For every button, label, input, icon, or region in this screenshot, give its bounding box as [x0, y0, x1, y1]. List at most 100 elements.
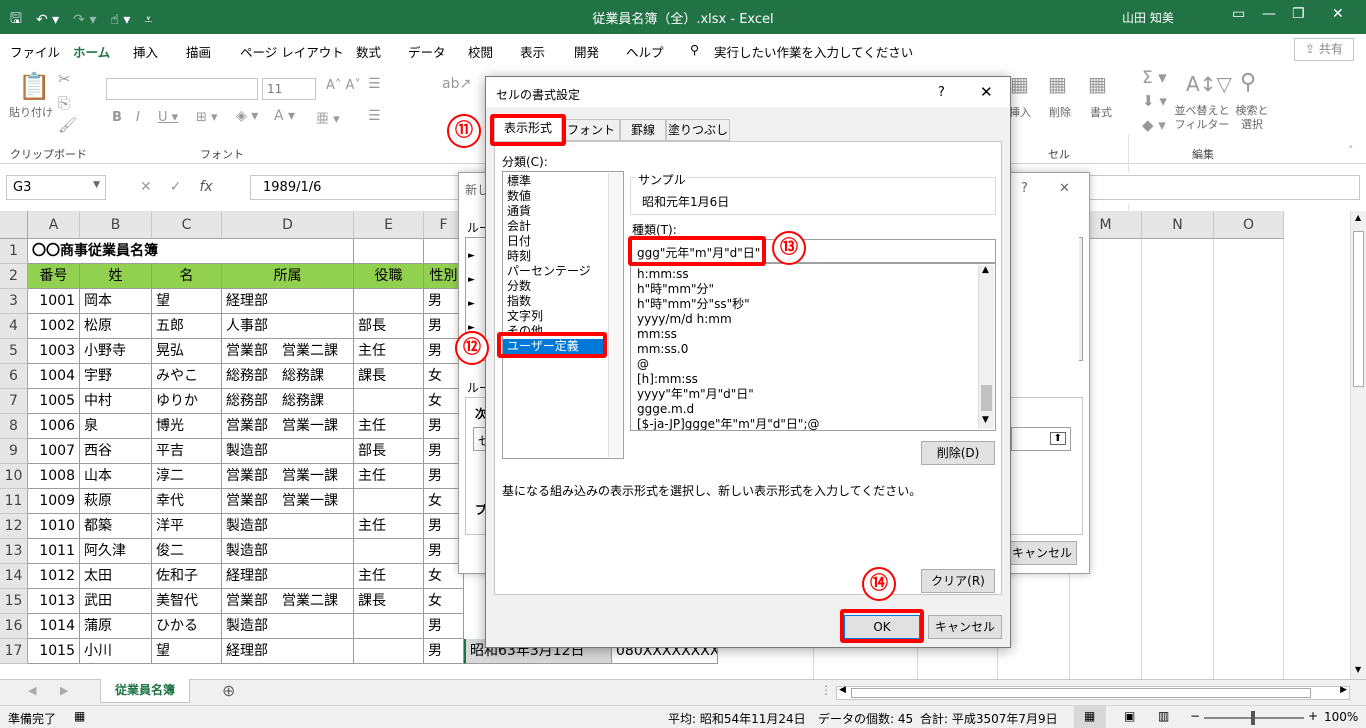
phonetic-icon[interactable]: 亜 ▾	[316, 108, 340, 127]
table-cell[interactable]	[354, 489, 424, 514]
table-cell[interactable]: 博光	[152, 414, 222, 439]
minimize-icon[interactable]: —	[1262, 6, 1276, 22]
column-header[interactable]: C	[152, 211, 222, 239]
autosum-icon[interactable]: Σ ▾	[1142, 68, 1167, 88]
scroll-up-icon[interactable]: ▲	[982, 265, 989, 275]
category-item[interactable]: 通貨	[507, 204, 531, 219]
table-cell[interactable]: 宇野	[80, 364, 152, 389]
column-title-cell[interactable]: 番号	[28, 264, 80, 289]
table-cell[interactable]: 1008	[28, 464, 80, 489]
sheet-tab-employees[interactable]: 従業員名簿	[100, 679, 190, 703]
delete-cells-label[interactable]: 削除	[1046, 106, 1074, 120]
dialog-help-icon[interactable]: ?	[938, 85, 945, 100]
search-icon[interactable]: ⚲	[690, 42, 699, 57]
format-item[interactable]: yyyy"年"m"月"d"日"	[637, 387, 754, 402]
format-cells-icon[interactable]: ▦	[1088, 72, 1107, 96]
tell-me-search[interactable]: 実行したい作業を入力してください	[714, 42, 913, 61]
table-cell[interactable]: 松原	[80, 314, 152, 339]
table-cell[interactable]: 1005	[28, 389, 80, 414]
vscroll-up-icon[interactable]: ▲	[1355, 213, 1361, 222]
table-cell[interactable]: 営業部 営業一課	[222, 489, 354, 514]
tab-data[interactable]: データ	[408, 42, 446, 61]
cut-icon[interactable]: ✂	[58, 70, 71, 88]
zoom-slider[interactable]	[1204, 711, 1304, 725]
tab-fill[interactable]: 塗りつぶし	[666, 119, 730, 141]
table-cell[interactable]: 主任	[354, 339, 424, 364]
status-count[interactable]: データの個数: 45	[818, 710, 913, 727]
hscroll-thumb[interactable]	[851, 688, 1311, 698]
column-header[interactable]: O	[1214, 211, 1284, 239]
format-item[interactable]: [$-ja-JP]ggge"年"m"月"d"日";@	[637, 417, 820, 430]
scroll-left-icon[interactable]: ◀	[839, 685, 846, 695]
category-item[interactable]: 日付	[507, 234, 531, 249]
table-cell[interactable]: 経理部	[222, 564, 354, 589]
page-layout-view-icon[interactable]: ▣	[1124, 709, 1135, 723]
tab-insert[interactable]: 挿入	[133, 42, 158, 61]
tab-border[interactable]: 罫線	[620, 119, 666, 141]
table-cell[interactable]: 1010	[28, 514, 80, 539]
format-item[interactable]: @	[637, 357, 649, 372]
table-cell[interactable]: 経理部	[222, 289, 354, 314]
zoom-level[interactable]: 100%	[1324, 710, 1358, 724]
category-list[interactable]: 標準 数値 通貨 会計 日付 時刻 パーセンテージ 分数 指数 文字列 その他 ユーザー定義	[502, 171, 624, 459]
table-cell[interactable]	[354, 389, 424, 414]
table-cell[interactable]	[354, 289, 424, 314]
border-icon[interactable]: ⊞ ▾	[196, 110, 218, 125]
ribbon-display-icon[interactable]: ▭	[1232, 6, 1245, 22]
zoom-out-icon[interactable]: −	[1190, 709, 1200, 723]
paste-icon[interactable]: 📋	[18, 72, 50, 102]
category-item[interactable]: 数値	[507, 189, 531, 204]
table-cell[interactable]: 小野寺	[80, 339, 152, 364]
insert-cells-label[interactable]: 挿入	[1008, 106, 1032, 120]
tab-formulas[interactable]: 数式	[356, 42, 381, 61]
table-cell[interactable]: 男	[424, 614, 464, 639]
column-title-cell[interactable]: 姓	[80, 264, 152, 289]
cancel-entry-icon[interactable]: ✕	[140, 179, 152, 195]
hscroll-split-icon[interactable]: ⋮	[820, 683, 832, 697]
table-cell[interactable]: 佐和子	[152, 564, 222, 589]
scroll-thumb[interactable]	[981, 385, 992, 411]
format-item[interactable]: h:mm:ss	[637, 267, 689, 282]
table-cell[interactable]: 営業部 営業二課	[222, 339, 354, 364]
grow-font-icon[interactable]: A˄ A˅	[326, 78, 361, 93]
cancel-button[interactable]: キャンセル	[928, 615, 1002, 639]
find-select-icon[interactable]: ⚲	[1240, 70, 1256, 95]
fill-color-icon[interactable]: ◈ ▾	[236, 108, 258, 124]
table-cell[interactable]: 部長	[354, 314, 424, 339]
column-header[interactable]: N	[1142, 211, 1214, 239]
row-header[interactable]: 7	[0, 389, 28, 414]
format-list[interactable]: h:mm:ss h"時"mm"分" h"時"mm"分"ss"秒" yyyy/m/d h…	[630, 263, 996, 431]
row-header[interactable]: 3	[0, 289, 28, 314]
restore-icon[interactable]: ❐	[1292, 6, 1305, 22]
vscroll-down-icon[interactable]: ▼	[1355, 665, 1361, 674]
delete-format-button[interactable]: 削除(D)	[921, 441, 995, 465]
tab-review[interactable]: 校閲	[468, 42, 493, 61]
table-cell[interactable]: 主任	[354, 464, 424, 489]
insert-function-icon[interactable]: fx	[199, 179, 212, 195]
insert-cells-icon[interactable]: ▦	[1010, 72, 1029, 96]
table-cell[interactable]: 〇〇商事従業員名簿	[28, 239, 222, 264]
table-cell[interactable]: 1007	[28, 439, 80, 464]
table-cell[interactable]: 望	[152, 639, 222, 664]
category-item[interactable]: 会計	[507, 219, 531, 234]
format-item[interactable]: h"時"mm"分"ss"秒"	[637, 297, 750, 312]
copy-icon[interactable]: ⎘	[58, 94, 70, 112]
prev-sheet-icon[interactable]: ◀	[28, 684, 36, 697]
tab-page-layout[interactable]: ページ レイアウト	[240, 42, 344, 61]
table-cell[interactable]: 人事部	[222, 314, 354, 339]
zoom-slider-thumb[interactable]	[1251, 711, 1255, 725]
user-name[interactable]: 山田 知美	[1122, 9, 1174, 26]
table-cell[interactable]: みやこ	[152, 364, 222, 389]
category-item[interactable]: 分数	[507, 279, 531, 294]
table-cell[interactable]: 望	[152, 289, 222, 314]
orientation-icon[interactable]: ab↗	[442, 76, 471, 92]
table-cell[interactable]: 武田	[80, 589, 152, 614]
format-item[interactable]: yyyy/m/d h:mm	[637, 312, 732, 327]
table-cell[interactable]: 1009	[28, 489, 80, 514]
format-item[interactable]: h"時"mm"分"	[637, 282, 714, 297]
column-title-cell[interactable]: 役職	[354, 264, 424, 289]
row-header[interactable]: 15	[0, 589, 28, 614]
table-cell[interactable]: 美智代	[152, 589, 222, 614]
table-cell[interactable]: 俊二	[152, 539, 222, 564]
table-cell[interactable]: ひかる	[152, 614, 222, 639]
